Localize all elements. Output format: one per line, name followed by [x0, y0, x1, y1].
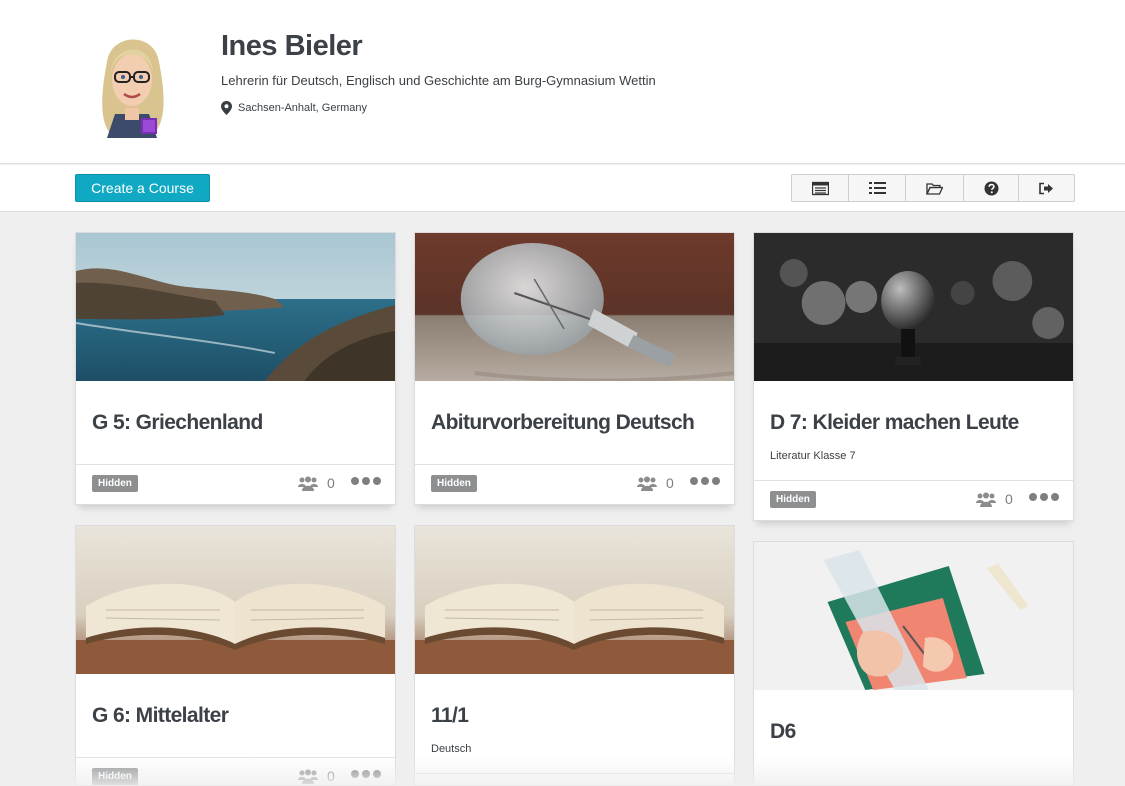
course-card[interactable]: G 5: Griechenland Hidden 0 — [75, 232, 396, 505]
course-title[interactable]: Abiturvorbereitung Deutsch — [431, 411, 695, 435]
member-count-text: 0 — [327, 475, 335, 491]
profile-name: Ines Bieler — [221, 30, 363, 62]
course-title[interactable]: G 5: Griechenland — [92, 411, 263, 435]
more-options-button[interactable] — [690, 477, 720, 485]
create-course-button[interactable]: Create a Course — [75, 174, 210, 202]
map-pin-icon — [221, 101, 232, 115]
users-icon — [298, 476, 318, 491]
view-button-group — [791, 174, 1075, 202]
sign-out-button[interactable] — [1019, 175, 1074, 201]
more-dot-icon — [362, 770, 370, 778]
course-image-open-book — [76, 526, 395, 674]
status-badge: Hidden — [92, 475, 138, 492]
course-image-light-bulb — [415, 233, 734, 381]
card-footer: Hidden 0 — [76, 464, 395, 504]
member-count: 0 — [298, 768, 335, 784]
member-count: 0 — [637, 475, 674, 491]
more-dot-icon — [701, 477, 709, 485]
numbered-list-button[interactable] — [849, 175, 906, 201]
more-dot-icon — [1029, 493, 1037, 501]
users-icon — [298, 769, 318, 784]
more-dot-icon — [351, 477, 359, 485]
status-badge: Hidden — [770, 491, 816, 508]
course-title[interactable]: G 6: Mittelalter — [92, 704, 229, 728]
sign-out-icon — [1039, 182, 1053, 194]
list-view-button[interactable] — [792, 175, 849, 201]
users-icon — [637, 476, 657, 491]
more-dot-icon — [1040, 493, 1048, 501]
card-footer: Hidden 0 — [76, 757, 395, 786]
card-footer — [415, 773, 734, 786]
profile-location: Sachsen-Anhalt, Germany — [221, 101, 367, 115]
help-icon — [984, 181, 998, 195]
course-subtitle: Literatur Klasse 7 — [770, 450, 856, 462]
course-image-rocky-coast — [76, 233, 395, 381]
more-options-button[interactable] — [351, 477, 381, 485]
course-card[interactable]: 11/1 Deutsch — [414, 525, 735, 786]
more-options-button[interactable] — [351, 770, 381, 778]
numbered-list-icon — [868, 181, 886, 194]
course-subtitle: Deutsch — [431, 743, 472, 755]
list-view-icon — [811, 181, 829, 195]
course-card[interactable]: D 7: Kleider machen Leute Literatur Klas… — [753, 232, 1074, 521]
course-image-open-book — [415, 526, 734, 674]
member-count-text: 0 — [1005, 491, 1013, 507]
profile-header: Ines Bieler Lehrerin für Deutsch, Englis… — [0, 0, 1125, 164]
course-image-microphone — [754, 233, 1073, 381]
member-count-text: 0 — [666, 475, 674, 491]
course-card[interactable]: G 6: Mittelalter Hidden 0 — [75, 525, 396, 786]
course-title[interactable]: 11/1 — [431, 704, 469, 728]
more-dot-icon — [373, 477, 381, 485]
status-badge: Hidden — [92, 768, 138, 785]
profile-bio: Lehrerin für Deutsch, Englisch und Gesch… — [221, 73, 656, 88]
more-dot-icon — [351, 770, 359, 778]
card-footer: Hidden 0 — [415, 464, 734, 504]
more-dot-icon — [690, 477, 698, 485]
course-image-drawing-desk — [754, 542, 1073, 690]
course-card[interactable]: D6 — [753, 541, 1074, 786]
member-count: 0 — [298, 475, 335, 491]
folder-open-icon — [926, 182, 943, 195]
folder-button[interactable] — [906, 175, 964, 201]
member-count-text: 0 — [327, 768, 335, 784]
avatar — [93, 22, 171, 138]
course-title[interactable]: D 7: Kleider machen Leute — [770, 411, 1019, 435]
help-button[interactable] — [964, 175, 1019, 201]
toolbar: Create a Course — [0, 165, 1125, 212]
more-dot-icon — [362, 477, 370, 485]
course-title[interactable]: D6 — [770, 720, 796, 744]
more-dot-icon — [712, 477, 720, 485]
more-dot-icon — [1051, 493, 1059, 501]
member-count: 0 — [976, 491, 1013, 507]
more-options-button[interactable] — [1029, 493, 1059, 501]
users-icon — [976, 492, 996, 507]
location-text: Sachsen-Anhalt, Germany — [238, 102, 368, 114]
more-dot-icon — [373, 770, 381, 778]
card-footer: Hidden 0 — [754, 480, 1073, 520]
status-badge: Hidden — [431, 475, 477, 492]
course-card[interactable]: Abiturvorbereitung Deutsch Hidden 0 — [414, 232, 735, 505]
